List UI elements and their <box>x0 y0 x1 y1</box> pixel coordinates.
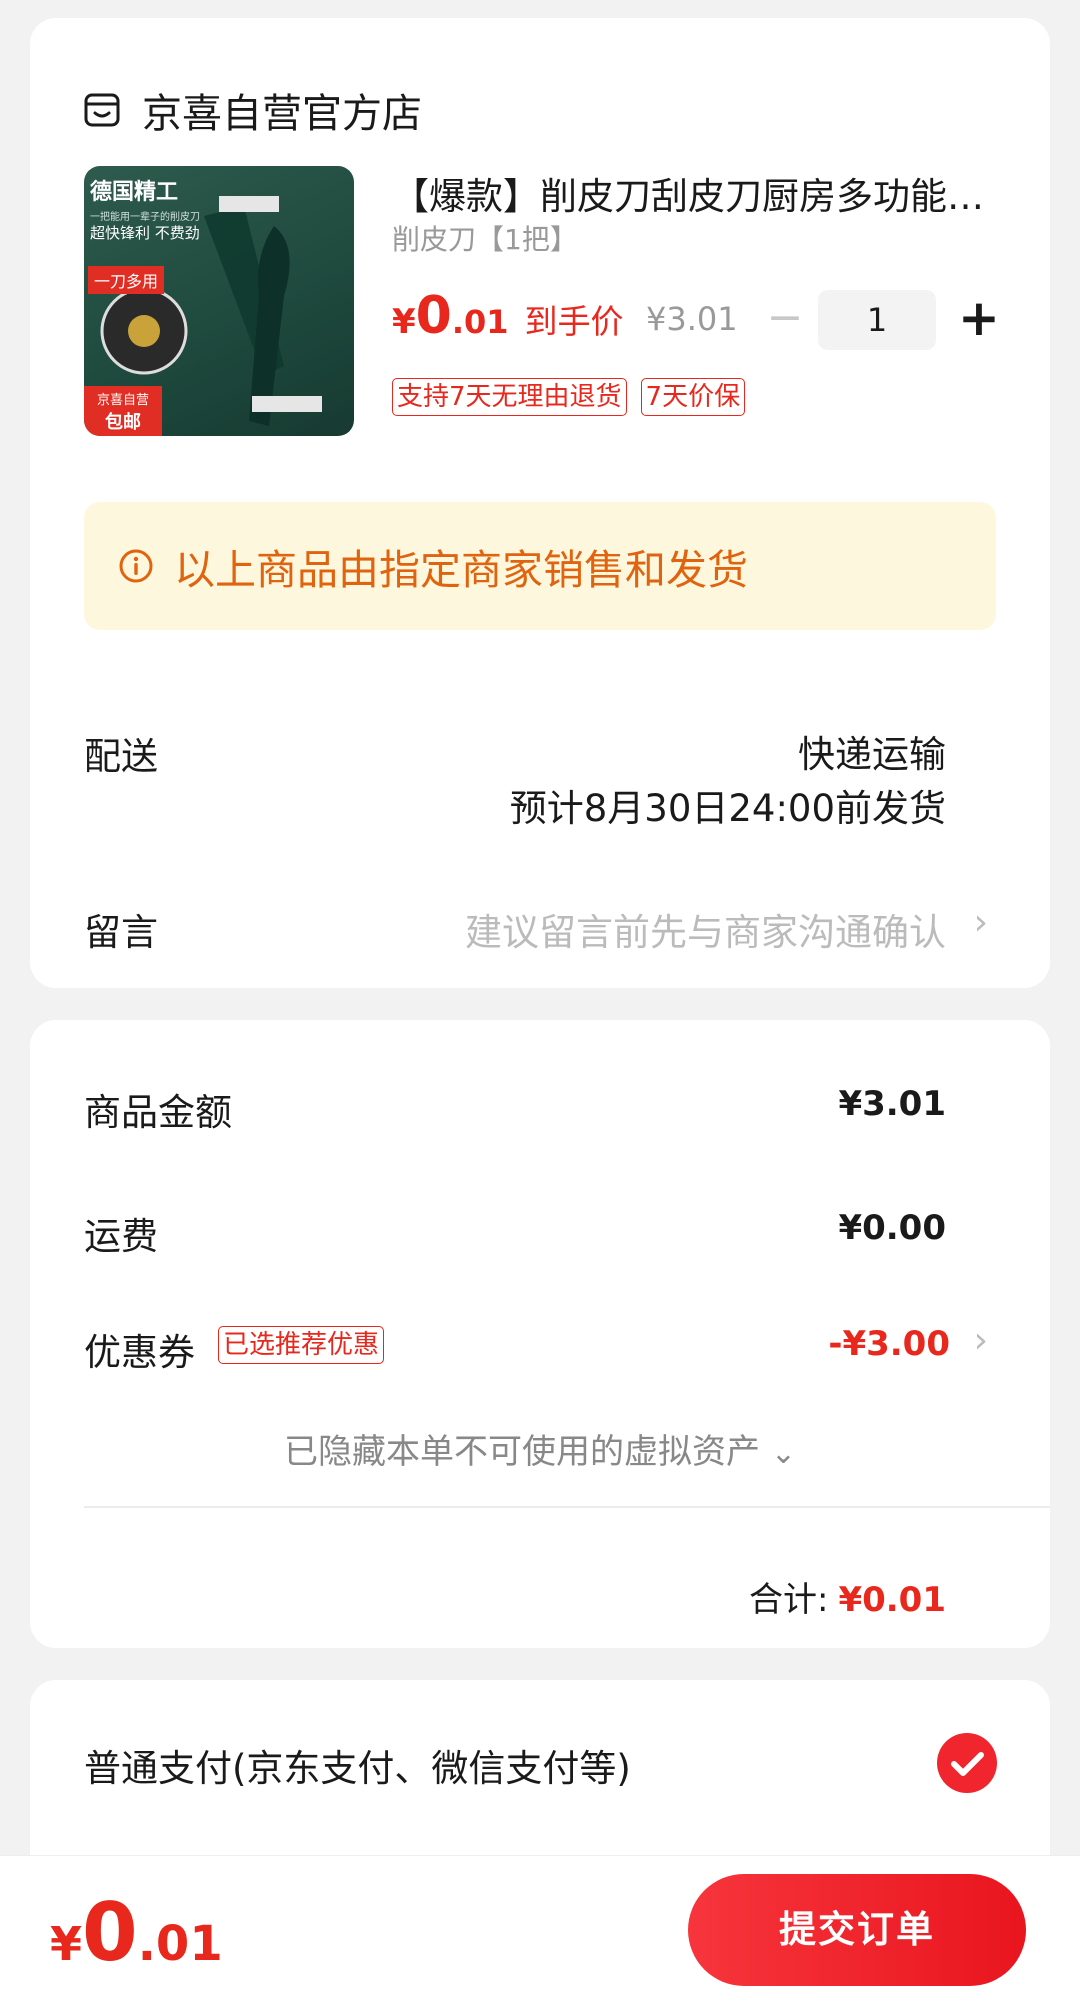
corner-line2: 包邮 <box>105 412 141 433</box>
checkout-bar: ¥ 0 .01 提交订单 <box>0 1855 1080 2003</box>
goods-amount-label: 商品金额 <box>84 1091 232 1134</box>
total-label: 合计: <box>748 1580 829 1620</box>
quantity-increase-button[interactable]: + <box>954 288 1004 348</box>
shipping-label: 运费 <box>84 1215 158 1258</box>
product-title[interactable]: 【爆款】削皮刀刮皮刀厨房多功能家用 <box>392 166 1012 220</box>
product-price: ¥ 0 .01 到手价 <box>392 286 624 346</box>
corner-line1: 京喜自营 <box>96 393 149 408</box>
chevron-down-icon: ⌄ <box>770 1436 796 1471</box>
image-subtitle: 一把能用一辈子的削皮刀 <box>90 212 200 223</box>
shop-name: 京喜自营官方店 <box>142 91 422 137</box>
image-corner-badge: 京喜自营 包邮 <box>84 386 162 436</box>
coupon-label[interactable]: 优惠券 <box>84 1322 195 1376</box>
coupon-value[interactable]: -¥3.00 <box>828 1324 950 1364</box>
price-integer: 0 <box>415 286 452 346</box>
payment-method-label[interactable]: 普通支付(京东支付、微信支付等) <box>84 1738 631 1792</box>
notice-text: 以上商品由指定商家销售和发货 <box>174 546 748 594</box>
delivery-estimate: 预计8月30日24:00前发货 <box>509 787 946 830</box>
quantity-input[interactable]: 1 <box>818 290 936 350</box>
original-price: ¥3.01 <box>646 300 738 338</box>
coupon-chevron-icon[interactable]: › <box>974 1320 988 1361</box>
message-label: 留言 <box>84 911 158 954</box>
message-input[interactable]: 建议留言前先与商家沟通确认 <box>465 902 946 956</box>
order-total: 合计: ¥0.01 <box>749 1572 946 1621</box>
hidden-assets-text: 已隐藏本单不可使用的虚拟资产 <box>284 1432 761 1472</box>
image-tagline: 超快锋利 不费劲 <box>90 224 200 242</box>
footer-price-symbol: ¥ <box>50 1917 83 1971</box>
price-label: 到手价 <box>524 302 624 341</box>
price-protect-badge: 7天价保 <box>640 378 746 416</box>
amount-card: 商品金额 ¥3.01 运费 ¥0.00 优惠券 已选推荐优惠 -¥3.00 › … <box>30 1020 1050 1648</box>
info-icon <box>119 549 153 583</box>
delivery-label: 配送 <box>84 735 158 778</box>
quantity-decrease-button[interactable]: − <box>760 290 810 350</box>
goods-amount-value: ¥3.01 <box>838 1084 946 1124</box>
product-spec[interactable]: 削皮刀【1把】 <box>392 218 578 258</box>
footer-price: ¥ 0 .01 <box>50 1886 223 1979</box>
order-shop-card: 京喜自营官方店 德国精工 一把能用一辈子的削皮刀 超快锋利 不费劲 一刀多用 京… <box>30 18 1050 988</box>
price-decimal: .01 <box>451 303 509 341</box>
hidden-assets-toggle[interactable]: 已隐藏本单不可使用的虚拟资产 ⌄ <box>30 1424 1050 1473</box>
checkmark-circle-icon[interactable] <box>936 1732 998 1794</box>
message-chevron-icon[interactable]: › <box>974 902 988 943</box>
coupon-tag: 已选推荐优惠 <box>218 1326 385 1364</box>
submit-order-button[interactable]: 提交订单 <box>688 1874 1026 1986</box>
total-value: ¥0.01 <box>838 1580 946 1620</box>
delivery-method[interactable]: 快递运输 <box>798 724 946 778</box>
product-image[interactable]: 德国精工 一把能用一辈子的削皮刀 超快锋利 不费劲 一刀多用 京喜自营 包邮 <box>84 166 354 436</box>
divider <box>84 1506 1050 1508</box>
seller-notice: 以上商品由指定商家销售和发货 <box>84 502 996 630</box>
shipping-value: ¥0.00 <box>838 1208 946 1248</box>
shop-icon <box>84 93 120 127</box>
image-tag: 一刀多用 <box>88 266 165 294</box>
footer-price-decimal: .01 <box>137 1916 223 1972</box>
price-symbol: ¥ <box>392 302 416 342</box>
shop-header[interactable]: 京喜自营官方店 <box>84 70 422 150</box>
image-title: 德国精工 <box>90 180 179 205</box>
return-policy-badge: 支持7天无理由退货 <box>392 378 627 416</box>
footer-price-integer: 0 <box>82 1886 138 1979</box>
service-badges: 支持7天无理由退货 7天价保 <box>392 378 746 416</box>
